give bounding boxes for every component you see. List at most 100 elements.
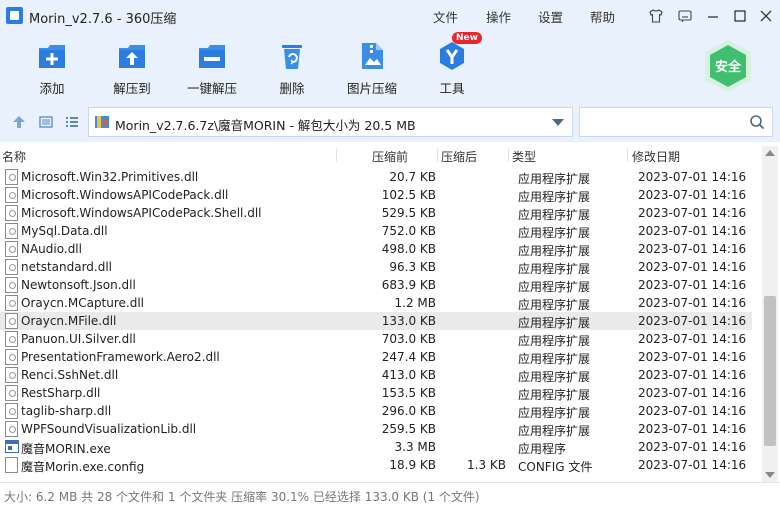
column-type[interactable]: 类型 <box>512 148 536 165</box>
add-label: 添加 <box>39 81 65 96</box>
image-compress-label: 图片压缩 <box>346 81 397 96</box>
up-arrow-icon[interactable] <box>11 114 27 130</box>
scroll-up-arrow-icon[interactable] <box>765 150 775 156</box>
chevron-down-icon[interactable] <box>552 119 564 126</box>
file-modified: 2023-07-01 14:16 <box>638 278 747 292</box>
file-type: 应用程序扩展 <box>518 172 591 186</box>
dll-file-icon <box>5 223 18 239</box>
file-size: 102.5 KB <box>381 188 436 202</box>
column-name[interactable]: 名称 <box>2 148 26 165</box>
file-type: 应用程序扩展 <box>518 388 591 402</box>
dll-file-icon <box>5 295 18 311</box>
image-compress-icon <box>362 43 383 69</box>
close-icon[interactable] <box>756 6 776 26</box>
file-type: 应用程序扩展 <box>518 280 591 294</box>
safe-shield-icon[interactable]: 安全 <box>703 39 753 93</box>
file-name: Panuon.UI.Silver.dll <box>21 332 136 346</box>
file-name: Renci.SshNet.dll <box>21 368 119 382</box>
exe-file-icon <box>5 440 19 453</box>
file-modified: 2023-07-01 14:16 <box>638 404 747 418</box>
trash-icon <box>282 45 302 69</box>
add-button[interactable]: 添加 <box>16 40 88 98</box>
file-size: 133.0 KB <box>381 314 436 328</box>
file-size: 683.9 KB <box>381 278 436 292</box>
search-input[interactable] <box>579 107 773 137</box>
column-divider[interactable] <box>336 148 337 162</box>
file-modified: 2023-07-01 14:16 <box>638 368 747 382</box>
dll-file-icon <box>5 277 18 293</box>
file-name: taglib-sharp.dll <box>21 404 112 418</box>
main-toolbar: 添加 解压到 一键解压 删除 图片压缩 工具 <box>0 32 780 102</box>
column-divider[interactable] <box>508 148 509 162</box>
one-click-extract-button[interactable]: 一键解压 <box>176 40 248 98</box>
scroll-down-arrow-icon[interactable] <box>765 472 775 478</box>
dll-file-icon <box>5 421 18 437</box>
feedback-icon[interactable] <box>675 6 695 26</box>
file-row[interactable]: NAudio.dll 498.0 KB 应用程序扩展 2023-07-01 14… <box>0 240 752 258</box>
file-row[interactable]: Newtonsoft.Json.dll 683.9 KB 应用程序扩展 2023… <box>0 276 752 294</box>
delete-button[interactable]: 删除 <box>256 40 328 98</box>
file-size: 752.0 KB <box>381 224 436 238</box>
file-row[interactable]: 魔音MORIN.exe 3.3 MB 应用程序 2023-07-01 14:16 <box>0 438 752 456</box>
file-row[interactable]: Microsoft.Win32.Primitives.dll 20.7 KB 应… <box>0 168 752 186</box>
file-size: 20.7 KB <box>389 170 436 184</box>
file-size: 247.4 KB <box>381 350 436 364</box>
menu-file[interactable]: 文件 <box>433 7 458 26</box>
file-modified: 2023-07-01 14:16 <box>638 332 747 346</box>
search-icon[interactable] <box>749 114 765 130</box>
file-type: 应用程序扩展 <box>518 190 591 204</box>
menu-action[interactable]: 操作 <box>486 7 511 26</box>
file-modified: 2023-07-01 14:16 <box>638 422 747 436</box>
file-name: 魔音Morin.exe.config <box>21 460 145 474</box>
minimize-icon[interactable] <box>703 6 723 26</box>
file-row[interactable]: WPFSoundVisualizationLib.dll 259.5 KB 应用… <box>0 420 752 438</box>
dll-file-icon <box>5 187 18 203</box>
tools-button[interactable]: 工具 <box>416 40 488 98</box>
file-row[interactable]: Oraycn.MCapture.dll 1.2 MB 应用程序扩展 2023-0… <box>0 294 752 312</box>
extract-to-button[interactable]: 解压到 <box>96 40 168 98</box>
file-name: WPFSoundVisualizationLib.dll <box>21 422 197 436</box>
file-modified: 2023-07-01 14:16 <box>638 224 747 238</box>
delete-label: 删除 <box>279 81 305 96</box>
column-divider[interactable] <box>437 148 438 162</box>
tshirt-icon[interactable] <box>646 6 666 26</box>
column-modified[interactable]: 修改日期 <box>632 148 680 165</box>
dll-file-icon <box>5 259 18 275</box>
file-row[interactable]: MySql.Data.dll 752.0 KB 应用程序扩展 2023-07-0… <box>0 222 752 240</box>
file-row[interactable]: Panuon.UI.Silver.dll 703.0 KB 应用程序扩展 202… <box>0 330 752 348</box>
file-row[interactable]: Microsoft.WindowsAPICodePack.dll 102.5 K… <box>0 186 752 204</box>
file-modified: 2023-07-01 14:16 <box>638 440 747 454</box>
dll-file-icon <box>5 403 18 419</box>
file-row[interactable]: RestSharp.dll 153.5 KB 应用程序扩展 2023-07-01… <box>0 384 752 402</box>
menu-help[interactable]: 帮助 <box>590 7 615 26</box>
file-size: 259.5 KB <box>381 422 436 436</box>
scroll-thumb[interactable] <box>764 296 776 446</box>
menu-settings[interactable]: 设置 <box>538 7 563 26</box>
maximize-icon[interactable] <box>730 6 750 26</box>
file-row[interactable]: netstandard.dll 96.3 KB 应用程序扩展 2023-07-0… <box>0 258 752 276</box>
path-input[interactable]: Morin_v2.7.6.7z\魔音MORIN - 解包大小为 20.5 MB <box>88 107 573 137</box>
thumbnail-view-icon[interactable] <box>38 114 54 130</box>
file-row[interactable]: Renci.SshNet.dll 413.0 KB 应用程序扩展 2023-07… <box>0 366 752 384</box>
list-view-icon[interactable] <box>64 114 80 130</box>
file-size: 18.9 KB <box>389 458 436 472</box>
column-packed[interactable]: 压缩后 <box>441 148 477 165</box>
file-name: MySql.Data.dll <box>21 224 108 238</box>
file-row[interactable]: Microsoft.WindowsAPICodePack.Shell.dll 5… <box>0 204 752 222</box>
status-bar: 大小: 6.2 MB 共 28 个文件和 1 个文件夹 压缩率 30.1% 已经… <box>0 482 780 507</box>
status-text: 大小: 6.2 MB 共 28 个文件和 1 个文件夹 压缩率 30.1% 已经… <box>4 490 480 504</box>
file-row-selected[interactable]: Oraycn.MFile.dll 133.0 KB 应用程序扩展 2023-07… <box>0 312 752 330</box>
window-title: Morin_v2.7.6 - 360压缩 <box>29 12 177 27</box>
file-row[interactable]: taglib-sharp.dll 296.0 KB 应用程序扩展 2023-07… <box>0 402 752 420</box>
file-type: 应用程序扩展 <box>518 226 591 240</box>
config-file-icon <box>5 457 18 473</box>
vertical-scrollbar[interactable] <box>762 146 778 482</box>
file-type: 应用程序扩展 <box>518 244 591 258</box>
column-divider[interactable] <box>627 148 628 162</box>
file-name: RestSharp.dll <box>21 386 101 400</box>
file-type: 应用程序 <box>518 442 567 456</box>
file-row[interactable]: PresentationFramework.Aero2.dll 247.4 KB… <box>0 348 752 366</box>
image-compress-button[interactable]: 图片压缩 <box>336 40 408 98</box>
column-size[interactable]: 压缩前 <box>372 148 408 165</box>
file-row[interactable]: 魔音Morin.exe.config 18.9 KB 1.3 KB CONFIG… <box>0 456 752 474</box>
